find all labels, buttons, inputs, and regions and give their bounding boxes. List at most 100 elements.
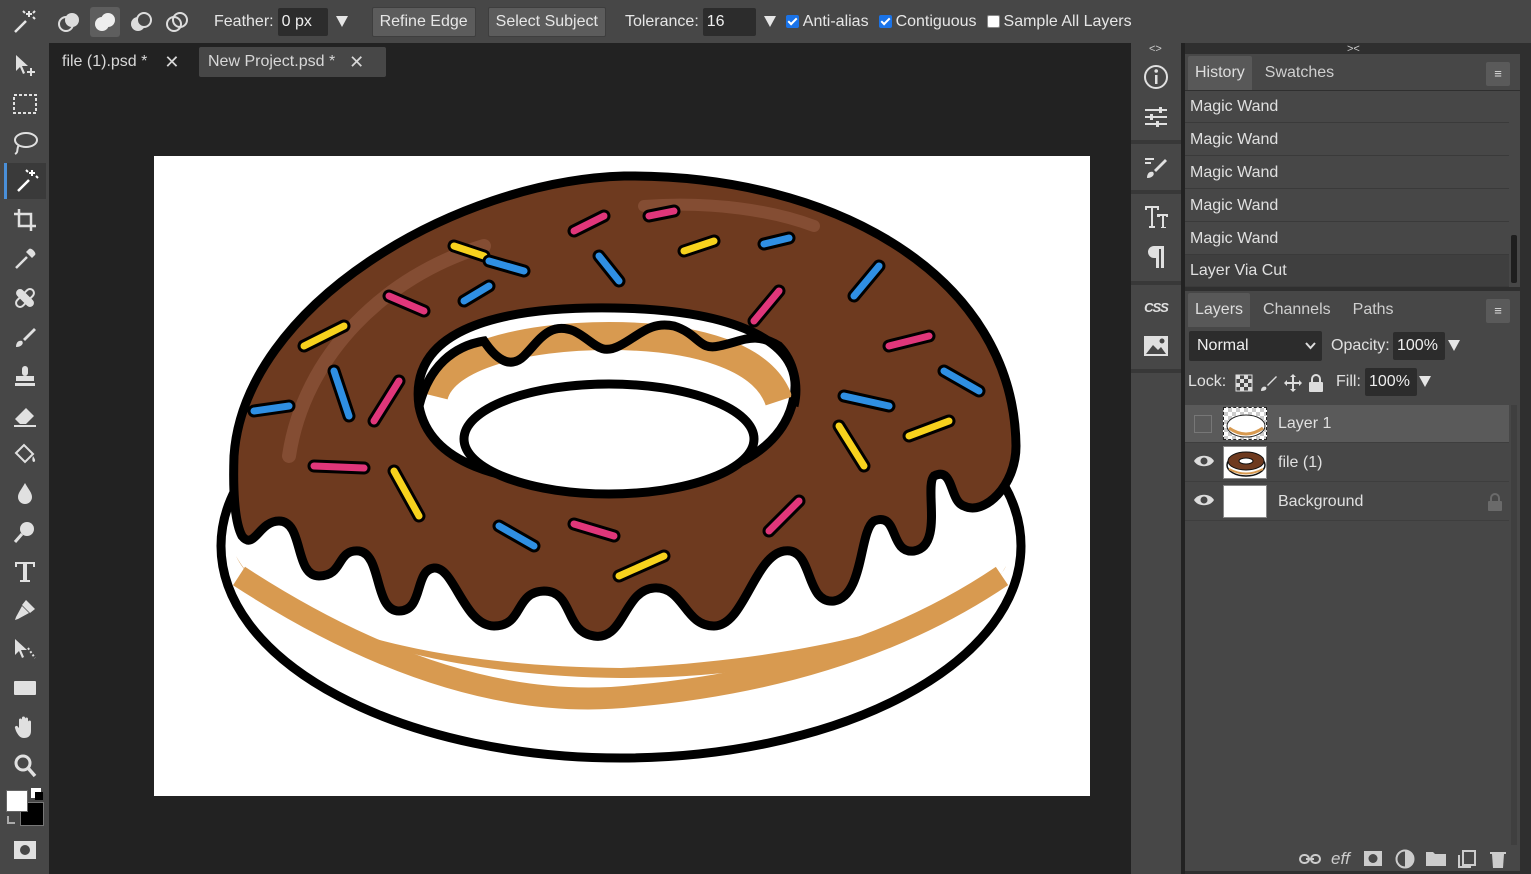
tab-history[interactable]: History xyxy=(1188,56,1252,90)
opacity-input[interactable]: 100% xyxy=(1393,332,1445,360)
magic-wand-tool-icon[interactable] xyxy=(4,163,46,199)
tab-file-1[interactable]: file (1).psd * ✕ xyxy=(53,47,193,77)
mask-icon[interactable] xyxy=(1363,850,1383,867)
lock-pixels-icon[interactable] xyxy=(1260,374,1278,392)
intersect-selection-icon[interactable] xyxy=(162,7,192,37)
history-item[interactable]: Magic Wand xyxy=(1185,91,1509,123)
lasso-icon[interactable] xyxy=(4,125,46,161)
dodge-icon[interactable] xyxy=(4,514,46,550)
history-panel-tabs: History Swatches ≡ xyxy=(1185,54,1520,90)
feather-dropdown-icon[interactable] xyxy=(335,16,348,27)
type-icon[interactable] xyxy=(4,553,46,589)
history-scrollbar[interactable] xyxy=(1511,235,1517,283)
hand-icon[interactable] xyxy=(4,709,46,745)
info-icon[interactable] xyxy=(1136,57,1176,97)
blend-mode-value: Normal xyxy=(1197,337,1249,354)
tab-swatches[interactable]: Swatches xyxy=(1258,56,1341,90)
contiguous-checkbox[interactable] xyxy=(878,15,892,28)
history-item[interactable]: Magic Wand xyxy=(1185,190,1509,222)
healing-icon[interactable] xyxy=(4,280,46,316)
layers-panel-tabs: Layers Channels Paths ≡ xyxy=(1185,291,1520,327)
eyedropper-icon[interactable] xyxy=(4,241,46,277)
layers-footer: eff xyxy=(1185,847,1520,873)
tolerance-input[interactable]: 16 xyxy=(702,7,756,36)
options-bar: Feather: 0 px Refine Edge Select Subject… xyxy=(0,0,1531,43)
link-icon[interactable] xyxy=(1299,853,1321,865)
close-icon[interactable]: ✕ xyxy=(164,52,179,73)
subtract-selection-icon[interactable] xyxy=(126,7,156,37)
layers-scrollbar[interactable] xyxy=(1511,405,1517,845)
paragraph-icon[interactable] xyxy=(1136,237,1176,277)
brush-settings-icon[interactable] xyxy=(1136,147,1176,187)
trash-icon[interactable] xyxy=(1488,849,1508,869)
lock-position-icon[interactable] xyxy=(1283,373,1303,393)
layer-thumbnail xyxy=(1223,407,1267,440)
image-icon[interactable] xyxy=(1136,326,1176,366)
fill-icon[interactable] xyxy=(4,436,46,472)
zoom-icon[interactable] xyxy=(4,748,46,784)
fill-dropdown-icon[interactable] xyxy=(1419,376,1431,387)
effects-icon[interactable]: eff xyxy=(1331,849,1350,869)
fill-input[interactable]: 100% xyxy=(1365,368,1417,396)
adjustments-icon[interactable] xyxy=(1136,97,1176,137)
document-canvas[interactable] xyxy=(154,156,1090,796)
visibility-toggle-off[interactable] xyxy=(1193,414,1213,434)
css-icon[interactable]: CSS xyxy=(1136,287,1176,327)
swap-colors-icon[interactable] xyxy=(7,816,15,824)
tab-new-project[interactable]: New Project.psd * ✕ xyxy=(199,47,386,77)
lock-all-icon[interactable] xyxy=(1307,373,1325,393)
layer-thumbnail xyxy=(1223,485,1267,518)
pen-icon[interactable] xyxy=(4,592,46,628)
lock-transparency-icon[interactable] xyxy=(1235,374,1253,392)
lock-label: Lock: xyxy=(1188,373,1227,390)
close-icon[interactable]: ✕ xyxy=(349,52,364,73)
path-select-icon[interactable] xyxy=(4,631,46,667)
move-icon[interactable] xyxy=(4,47,46,83)
anti-alias-checkbox[interactable] xyxy=(785,15,799,28)
foreground-color-swatch[interactable] xyxy=(6,790,28,812)
eye-icon[interactable] xyxy=(1193,453,1214,473)
panel-icon-column: <> CSS xyxy=(1131,43,1181,874)
blur-icon[interactable] xyxy=(4,475,46,511)
layer-row-layer-1[interactable]: Layer 1 xyxy=(1185,405,1509,443)
collapse-left-icon[interactable]: <> xyxy=(1149,43,1162,55)
panel-menu-icon[interactable]: ≡ xyxy=(1486,299,1510,323)
eraser-icon[interactable] xyxy=(4,397,46,433)
sample-all-layers-checkbox[interactable] xyxy=(986,15,1000,28)
panel-menu-icon[interactable]: ≡ xyxy=(1486,62,1510,86)
folder-icon[interactable] xyxy=(1425,850,1447,867)
opacity-dropdown-icon[interactable] xyxy=(1448,340,1460,351)
tab-label: New Project.psd * xyxy=(208,53,336,70)
add-selection-icon[interactable] xyxy=(90,6,120,37)
adjustment-layer-icon[interactable] xyxy=(1395,849,1415,869)
layer-row-background[interactable]: Background xyxy=(1185,483,1509,521)
refine-edge-button[interactable]: Refine Edge xyxy=(371,6,476,37)
character-icon[interactable] xyxy=(1136,197,1176,237)
rectangle-icon[interactable] xyxy=(4,670,46,706)
chevron-down-icon xyxy=(1305,342,1316,350)
tab-layers[interactable]: Layers xyxy=(1188,293,1251,327)
color-swatches[interactable] xyxy=(6,788,50,832)
marquee-icon[interactable] xyxy=(4,86,46,122)
tab-label: file (1).psd * xyxy=(62,53,148,70)
new-layer-icon[interactable] xyxy=(1457,849,1477,869)
blend-mode-select[interactable]: Normal xyxy=(1189,331,1322,361)
history-item[interactable]: Layer Via Cut xyxy=(1185,255,1509,287)
select-subject-button[interactable]: Select Subject xyxy=(487,6,606,37)
layer-row-file-1[interactable]: file (1) xyxy=(1185,444,1509,482)
history-item[interactable]: Magic Wand xyxy=(1185,157,1509,189)
stamp-icon[interactable] xyxy=(4,358,46,394)
feather-input[interactable]: 0 px xyxy=(277,7,328,36)
tab-paths[interactable]: Paths xyxy=(1346,293,1401,327)
eye-icon[interactable] xyxy=(1193,492,1214,512)
history-item[interactable]: Magic Wand xyxy=(1185,223,1509,255)
history-item[interactable]: Magic Wand xyxy=(1185,124,1509,156)
crop-icon[interactable] xyxy=(4,202,46,238)
sprinkle xyxy=(250,402,293,415)
tab-channels[interactable]: Channels xyxy=(1256,293,1338,327)
magic-wand-icon[interactable] xyxy=(0,0,48,43)
new-selection-icon[interactable] xyxy=(54,7,84,37)
tolerance-dropdown-icon[interactable] xyxy=(763,16,776,27)
brush-icon[interactable] xyxy=(4,319,46,355)
quick-mask-icon[interactable] xyxy=(4,832,46,868)
